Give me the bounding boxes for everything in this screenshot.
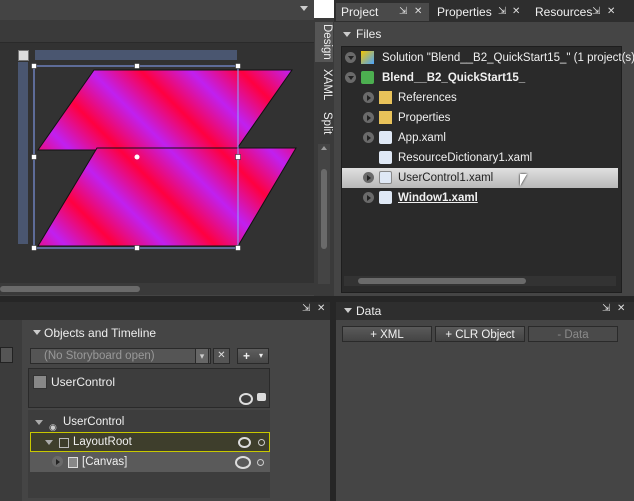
expand-icon[interactable]: [363, 172, 374, 183]
solution-icon: [361, 51, 374, 64]
tree-label: LayoutRoot: [73, 436, 132, 448]
lock-dot-icon[interactable]: [258, 439, 265, 446]
folder-icon: [379, 111, 392, 124]
file-label: Properties: [398, 112, 451, 124]
tab-xaml[interactable]: XAML: [315, 66, 333, 104]
zoom-scrollbar[interactable]: [318, 144, 330, 284]
pin-icon[interactable]: ⇲: [602, 303, 610, 314]
file-label: UserControl1.xaml: [398, 172, 494, 184]
expand-icon[interactable]: [345, 72, 356, 83]
file-label: App.xaml: [398, 132, 446, 144]
expand-icon[interactable]: [363, 132, 374, 143]
shape-parallelogram-bottom: [37, 147, 297, 247]
list-item[interactable]: ResourceDictionary1.xaml: [342, 148, 618, 168]
scope-label: UserControl: [51, 375, 116, 389]
data-panel: Data: [336, 304, 634, 501]
list-item[interactable]: Solution "Blend__B2_QuickStart15_" (1 pr…: [342, 48, 634, 68]
close-icon[interactable]: ✕: [512, 3, 520, 21]
project-icon: [361, 71, 374, 84]
file-label: References: [398, 92, 457, 104]
objects-collapse-icon[interactable]: [33, 330, 41, 335]
file-label: Solution "Blend__B2_QuickStart15_" (1 pr…: [382, 52, 634, 64]
left-sliver-field[interactable]: [0, 347, 13, 363]
storyboard-placeholder: (No Storyboard open): [44, 350, 155, 362]
visibility-eye-icon[interactable]: [235, 456, 251, 469]
folder-icon: [379, 91, 392, 104]
list-item[interactable]: App.xaml: [342, 128, 618, 148]
design-canvas[interactable]: [0, 0, 314, 296]
new-storyboard-button[interactable]: + ▾: [237, 348, 269, 364]
canvas-icon: [68, 457, 78, 468]
files-header: Files: [356, 27, 382, 41]
tree-row-canvas[interactable]: [Canvas]: [30, 452, 270, 472]
pin-icon[interactable]: ⇲: [592, 3, 600, 21]
xaml-file-icon: [379, 131, 392, 144]
tab-project[interactable]: Project ⇲ ✕: [336, 3, 429, 21]
close-icon[interactable]: ✕: [607, 3, 615, 21]
expand-icon[interactable]: [363, 112, 374, 123]
storyboard-picker[interactable]: (No Storyboard open): [30, 348, 211, 364]
list-item[interactable]: References: [342, 88, 618, 108]
artboard-panel: [0, 0, 314, 296]
collapse-icon[interactable]: [45, 440, 53, 445]
tab-split[interactable]: Split: [315, 108, 333, 138]
pin-icon[interactable]: ⇲: [302, 303, 310, 314]
close-storyboard-button[interactable]: ✕: [213, 348, 230, 364]
close-icon[interactable]: ✕: [617, 303, 625, 314]
expand-icon[interactable]: [363, 192, 374, 203]
horizontal-scrollbar[interactable]: [0, 283, 314, 295]
close-icon[interactable]: ✕: [414, 3, 422, 21]
tree-label: UserControl: [63, 416, 125, 428]
add-clr-object-button[interactable]: + CLR Object: [435, 326, 525, 342]
data-header: Data: [356, 304, 382, 318]
file-label: Blend__B2_QuickStart15_: [382, 72, 526, 84]
expand-icon[interactable]: [345, 52, 356, 63]
tree-label: [Canvas]: [82, 456, 128, 468]
list-item-selected[interactable]: UserControl1.xaml: [342, 168, 618, 188]
grid-icon: [59, 438, 69, 448]
files-collapse-icon[interactable]: [343, 32, 351, 37]
visibility-eye-icon[interactable]: [239, 393, 253, 405]
remove-data-button[interactable]: - Data: [528, 326, 618, 342]
tab-project-label: Project: [341, 5, 379, 19]
tree-row[interactable]: ◉ UserControl: [30, 412, 270, 432]
xaml-file-icon: [379, 171, 392, 184]
lock-icon[interactable]: [257, 393, 266, 401]
file-label: ResourceDictionary1.xaml: [398, 152, 533, 164]
scope-up-icon[interactable]: [33, 375, 47, 389]
expand-icon[interactable]: [52, 456, 63, 467]
objects-header: Objects and Timeline: [44, 326, 157, 340]
tab-design[interactable]: Design: [315, 22, 333, 62]
pin-icon[interactable]: ⇲: [399, 3, 407, 21]
tab-properties[interactable]: Properties ⇲ ✕: [432, 3, 528, 21]
shape-parallelogram-top: [37, 69, 293, 151]
left-panel-header: [0, 302, 330, 320]
tab-resources-label: Resources: [535, 5, 593, 19]
list-item[interactable]: Window1.xaml: [342, 188, 618, 208]
data-collapse-icon[interactable]: [344, 308, 352, 313]
add-xml-button[interactable]: + XML: [342, 326, 432, 342]
tree-row-layoutroot[interactable]: LayoutRoot: [30, 432, 270, 452]
visibility-eye-icon[interactable]: [238, 437, 251, 448]
tab-properties-label: Properties: [437, 5, 492, 19]
files-horizontal-scrollbar[interactable]: [344, 276, 616, 286]
xaml-file-icon: [379, 151, 392, 164]
tab-resources[interactable]: Resources ⇲ ✕: [530, 3, 634, 21]
storyboard-dropdown-button[interactable]: ▾: [195, 348, 209, 364]
pin-icon[interactable]: ⇲: [498, 3, 506, 21]
left-bottom-panel: [0, 302, 22, 501]
xaml-file-icon: [379, 191, 392, 204]
mouse-cursor-icon: [520, 174, 527, 186]
objects-timeline-panel: Objects and Timeline (No Storyboard open…: [22, 320, 330, 501]
expand-icon[interactable]: [363, 92, 374, 103]
file-label: Window1.xaml: [398, 192, 478, 204]
collapse-icon[interactable]: [35, 420, 43, 425]
list-item[interactable]: Properties: [342, 108, 618, 128]
close-icon[interactable]: ✕: [317, 303, 325, 314]
lock-dot-icon[interactable]: [257, 459, 264, 466]
list-item[interactable]: Blend__B2_QuickStart15_: [342, 68, 618, 88]
scope-area: UserControl: [28, 368, 270, 408]
